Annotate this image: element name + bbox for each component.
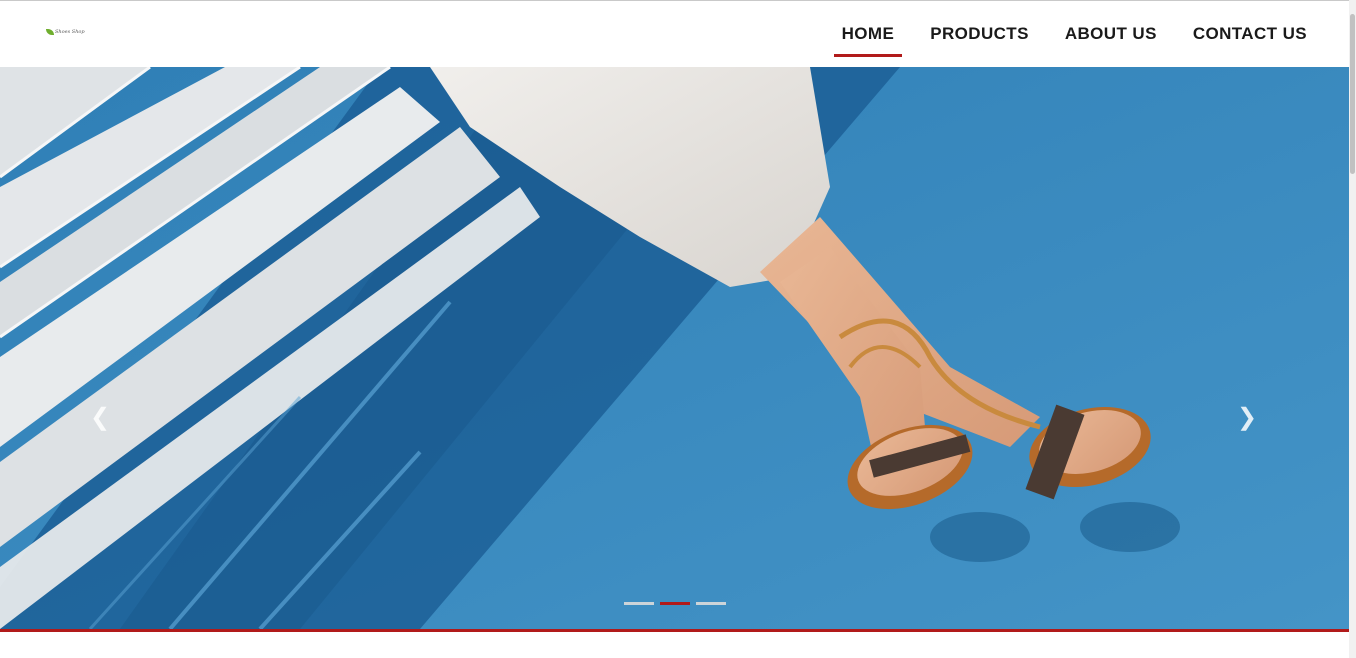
- carousel-indicators: [624, 602, 726, 605]
- carousel-indicator-1[interactable]: [624, 602, 654, 605]
- logo-text: Shoes Shop: [55, 29, 85, 35]
- carousel-next-button[interactable]: ❯: [1237, 399, 1257, 435]
- main-nav: HOME PRODUCTS ABOUT US CONTACT US: [814, 1, 1315, 67]
- carousel-indicator-2[interactable]: [660, 602, 690, 605]
- accent-divider: [0, 629, 1349, 632]
- nav-home[interactable]: HOME: [833, 1, 903, 57]
- scrollbar-thumb[interactable]: [1350, 14, 1355, 174]
- site-header: Shoes Shop HOME PRODUCTS ABOUT US CONTAC…: [0, 1, 1349, 67]
- leaf-icon: [46, 29, 54, 35]
- nav-contact-us[interactable]: CONTACT US: [1185, 1, 1315, 57]
- chevron-left-icon: ❮: [89, 403, 111, 431]
- carousel-indicator-3[interactable]: [696, 602, 726, 605]
- carousel-prev-button[interactable]: ❮: [90, 399, 110, 435]
- chevron-right-icon: ❯: [1236, 403, 1258, 431]
- site-logo[interactable]: Shoes Shop: [46, 25, 86, 39]
- nav-about-us[interactable]: ABOUT US: [1057, 1, 1165, 57]
- page-scrollbar[interactable]: [1349, 0, 1356, 658]
- hero-carousel: ❮ ❯: [0, 67, 1349, 629]
- hero-image: [0, 67, 1349, 629]
- nav-products[interactable]: PRODUCTS: [922, 1, 1037, 57]
